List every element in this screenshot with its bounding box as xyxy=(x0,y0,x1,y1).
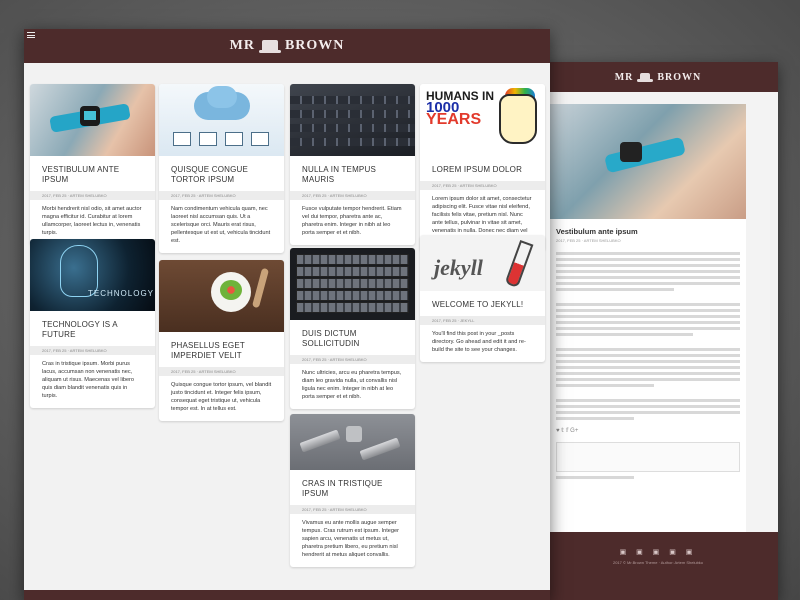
post-card[interactable]: VESTIBULUM ANTE IPSUM 2017, FEB 25 · ART… xyxy=(30,84,155,245)
site-header: MR BROWN xyxy=(24,29,550,63)
post-thumbnail[interactable] xyxy=(159,84,284,156)
logo-right-text: BROWN xyxy=(284,38,345,53)
post-title[interactable]: VESTIBULUM ANTE IPSUM xyxy=(30,156,155,191)
post-card[interactable]: TECHNOLOGY TECHNOLOGY IS A FUTURE 2017, … xyxy=(30,239,155,408)
detail-card: Vestibulum ante ipsum 2017, FEB 25 · ART… xyxy=(550,104,746,574)
post-meta: 2017, FEB 25 · ARTEM SHELUBKO xyxy=(159,367,284,376)
site-footer xyxy=(24,590,550,600)
post-thumbnail[interactable]: TECHNOLOGY xyxy=(30,239,155,311)
detail-logo[interactable]: MR BROWN xyxy=(615,72,702,83)
post-excerpt: Nunc ultricies, arcu eu pharetra tempus,… xyxy=(302,370,402,400)
post-excerpt: Quisque congue tortor ipsum, vel blandit… xyxy=(171,382,272,412)
post-title[interactable]: LOREM IPSUM DOLOR xyxy=(420,156,545,181)
post-card[interactable]: jekyll WELCOME TO JEKYLL! 2017, FEB 25 ·… xyxy=(420,235,545,362)
post-meta: 2017, FEB 25 · JEKYLL xyxy=(420,316,545,325)
post-title[interactable]: CRAS IN TRISTIQUE IPSUM xyxy=(290,470,415,505)
post-excerpt: Vivamus eu ante mollis augue semper temp… xyxy=(302,520,399,558)
footer-social-icons[interactable]: ▣ ▣ ▣ ▣ ▣ xyxy=(538,548,778,556)
post-thumbnail[interactable]: jekyll xyxy=(420,235,545,291)
post-thumbnail[interactable] xyxy=(290,414,415,470)
hat-icon xyxy=(637,72,654,82)
share-icons[interactable]: ♥ 𝕥 𝕗 G+ xyxy=(550,423,746,438)
post-card[interactable]: QUISQUE CONGUE TORTOR IPSUM 2017, FEB 25… xyxy=(159,84,284,253)
post-meta: 2017, FEB 25 · ARTEM SHELUBKO xyxy=(290,505,415,514)
post-thumbnail[interactable] xyxy=(30,84,155,156)
post-card[interactable]: DUIS DICTUM SOLLICITUDIN 2017, FEB 25 · … xyxy=(290,248,415,409)
detail-meta: 2017, FEB 25 · ARTEM SHELUBKO xyxy=(556,238,621,243)
post-card[interactable]: CRAS IN TRISTIQUE IPSUM 2017, FEB 25 · A… xyxy=(290,414,415,567)
post-card[interactable]: NULLA IN TEMPUS MAURIS 2017, FEB 25 · AR… xyxy=(290,84,415,245)
detail-header: MR BROWN xyxy=(538,62,778,92)
post-card[interactable]: HUMANS IN 1000 YEARS LOREM IPSUM DOLOR 201… xyxy=(420,84,545,251)
post-detail-mockup: MR BROWN Vestibulum ante ipsum 2017, FEB… xyxy=(538,62,778,600)
post-meta: 2017, FEB 25 · ARTEM SHELUBKO xyxy=(290,191,415,200)
logo-right-text: BROWN xyxy=(657,71,702,83)
post-excerpt: Cras in tristique ipsum. Morbi purus lac… xyxy=(42,361,135,399)
post-meta: 2017, FEB 25 · ARTEM SHELUBKO xyxy=(30,346,155,355)
post-grid-mockup: MR BROWN VESTIBULUM ANTE IPSUM 2017, FEB… xyxy=(24,29,550,600)
detail-title: Vestibulum ante ipsum xyxy=(556,227,638,236)
logo-left-text: MR xyxy=(229,38,255,53)
post-thumbnail[interactable] xyxy=(159,260,284,332)
post-title[interactable]: NULLA IN TEMPUS MAURIS xyxy=(290,156,415,191)
comments-box[interactable] xyxy=(556,442,740,472)
post-thumbnail[interactable] xyxy=(290,248,415,320)
post-thumbnail[interactable]: HUMANS IN 1000 YEARS xyxy=(420,84,545,156)
post-thumbnail[interactable] xyxy=(290,84,415,156)
post-title[interactable]: WELCOME TO JEKYLL! xyxy=(420,291,545,316)
post-card[interactable]: PHASELLUS EGET IMPERDIET VELIT 2017, FEB… xyxy=(159,260,284,421)
hamburger-menu-icon[interactable] xyxy=(27,32,35,38)
footer-copyright: 2017 © Mr.Brown Theme · Author: Artem Sh… xyxy=(612,560,704,565)
post-title[interactable]: TECHNOLOGY IS A FUTURE xyxy=(30,311,155,346)
detail-body xyxy=(550,252,746,420)
post-meta: 2017, FEB 25 · ARTEM SHELUBKO xyxy=(420,181,545,190)
site-logo[interactable]: MR BROWN xyxy=(230,38,345,54)
detail-footer: ▣ ▣ ▣ ▣ ▣ 2017 © Mr.Brown Theme · Author… xyxy=(538,532,778,600)
hat-icon xyxy=(258,39,281,53)
post-meta: 2017, FEB 25 · ARTEM SHELUBKO xyxy=(30,191,155,200)
post-title[interactable]: QUISQUE CONGUE TORTOR IPSUM xyxy=(159,156,284,191)
post-excerpt: Nam condimentum vehicula quam, nec laore… xyxy=(171,206,271,244)
post-meta: 2017, FEB 25 · ARTEM SHELUBKO xyxy=(159,191,284,200)
post-title[interactable]: PHASELLUS EGET IMPERDIET VELIT xyxy=(159,332,284,367)
post-meta: 2017, FEB 25 · ARTEM SHELUBKO xyxy=(290,355,415,364)
post-title[interactable]: DUIS DICTUM SOLLICITUDIN xyxy=(290,320,415,355)
post-excerpt: Fusce vulputate tempor hendrerit. Etiam … xyxy=(302,206,402,236)
logo-left-text: MR xyxy=(614,71,634,83)
detail-hero-image xyxy=(550,104,746,219)
post-excerpt: You'll find this post in your _posts dir… xyxy=(432,331,526,353)
